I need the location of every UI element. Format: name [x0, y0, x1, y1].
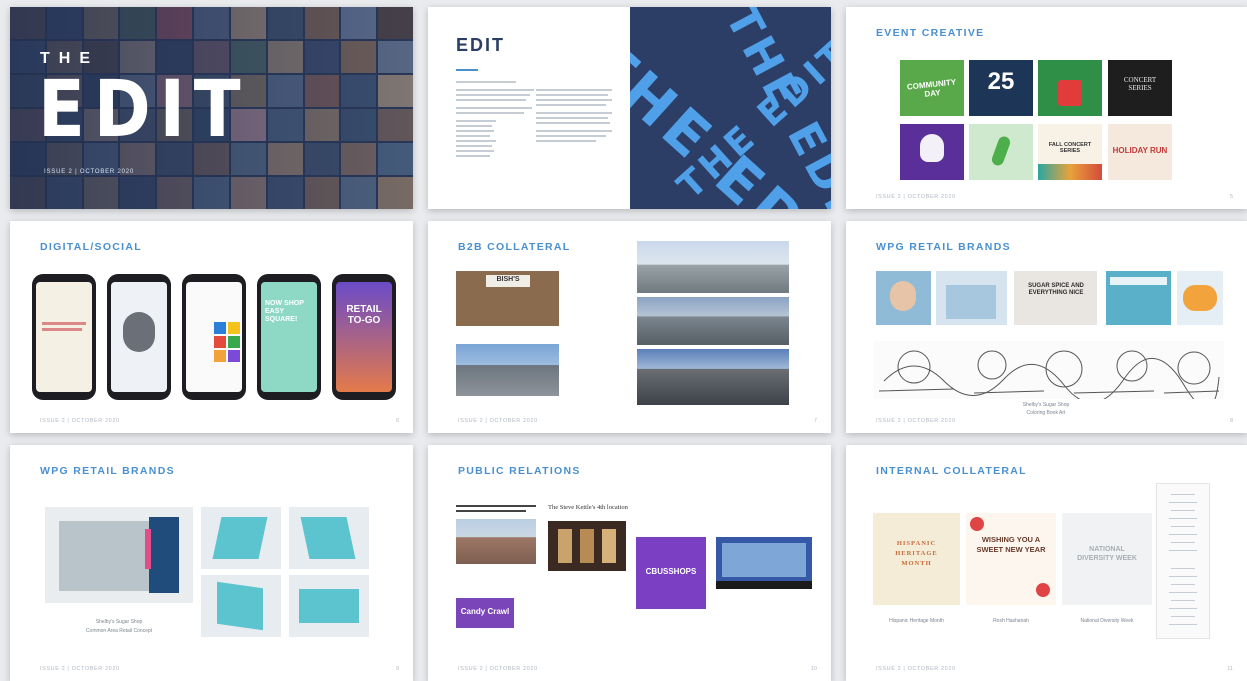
slide-cover[interactable]: THE EDIT ISSUE 2 | OCTOBER 2020: [10, 7, 413, 209]
kiosk-render-5: [289, 575, 369, 637]
kiosk-caption-line-2: Common Area Retail Concept: [85, 628, 153, 634]
card-diversity-week: NATIONAL DIVERSITY WEEK: [1062, 513, 1152, 605]
pr-photo-store: [548, 521, 626, 571]
phone-2: [107, 274, 171, 400]
coloring-caption-line-1: Shelby's Sugar Shop: [1022, 402, 1070, 408]
tile-25-anniversary: 25: [969, 60, 1033, 116]
kiosk-render-2: [201, 507, 281, 569]
kiosk-caption-line-1: Shelby's Sugar Shop: [95, 619, 143, 625]
photo-candy-bowl: [1177, 271, 1223, 325]
slide-title: PUBLIC RELATIONS: [458, 465, 581, 477]
photo-shop-front: [936, 271, 1007, 325]
slide-wpg-retail-brands-2[interactable]: WPG RETAIL BRANDS Shelby's Sugar Shop Co…: [10, 445, 413, 681]
page-number: 9: [395, 666, 399, 672]
tile-holiday-run: HOLIDAY RUN: [1108, 124, 1172, 180]
kiosk-render-main: [45, 507, 193, 603]
slide-public-relations[interactable]: PUBLIC RELATIONS Candy Crawl The Steve K…: [428, 445, 831, 681]
slide-digital-social[interactable]: DIGITAL/SOCIAL NOW SHOP EASY SQUARE! RET…: [10, 221, 413, 433]
intro-art-panel: THE EDIT THE EDIT THE EDIT: [630, 7, 831, 209]
cover-title: EDIT: [38, 65, 250, 155]
pr-article-title: The Steve Kettle's 4th location: [548, 504, 628, 511]
slide-title: DIGITAL/SOCIAL: [40, 241, 142, 253]
phone-5: RETAIL TO-GO: [332, 274, 396, 400]
slide-intro[interactable]: EDIT THE EDIT THE EDIT THE EDIT: [428, 7, 831, 209]
slide-footer: ISSUE 2 | OCTOBER 2020: [876, 418, 956, 424]
slide-footer: ISSUE 2 | OCTOBER 2020: [876, 194, 956, 200]
page-number: 10: [810, 666, 817, 672]
pr-video-thumb: [716, 537, 812, 589]
sugar-spice-graphic: SUGAR SPICE AND EVERYTHING NICE: [1014, 271, 1097, 325]
photo-storefront: BISH'S: [456, 271, 559, 326]
tile-green-shopping: [1038, 60, 1102, 116]
pr-candy-crawl: Candy Crawl: [456, 598, 514, 628]
intro-logo-rule: [456, 69, 478, 71]
card-hispanic-heritage: HISPANIC HERITAGE MONTH: [873, 513, 960, 605]
photo-child-mask: [876, 271, 931, 325]
slide-title: B2B COLLATERAL: [458, 241, 571, 253]
phone-4: NOW SHOP EASY SQUARE!: [257, 274, 321, 400]
slide-b2b-collateral[interactable]: B2B COLLATERAL BISH'S ISSUE 2 | OCTOBER …: [428, 221, 831, 433]
coloring-caption-line-2: Coloring Book Art: [1026, 410, 1066, 416]
printed-program: [1156, 483, 1210, 639]
page-number: 8: [1229, 418, 1233, 424]
rendering-3: [637, 349, 789, 405]
slide-title: INTERNAL COLLATERAL: [876, 465, 1027, 477]
tile-sugar-skull: [900, 124, 964, 180]
photo-candy-shelves: [1106, 271, 1171, 325]
tile-fall-concert: FALL CONCERT SERIES: [1038, 124, 1102, 180]
slide-footer: ISSUE 2 | OCTOBER 2020: [458, 666, 538, 672]
page-number: 5: [1229, 194, 1233, 200]
tile-concert-series: CONCERT SERIES: [1108, 60, 1172, 116]
phone-3: [182, 274, 246, 400]
slide-footer: ISSUE 2 | OCTOBER 2020: [876, 666, 956, 672]
page-number: 11: [1227, 666, 1233, 672]
pr-cbusshops: CBUSSHOPS: [636, 537, 706, 609]
slide-footer: ISSUE 2 | OCTOBER 2020: [458, 418, 538, 424]
rendering-1: [637, 241, 789, 293]
page-number: 6: [395, 418, 399, 424]
phone-1: [32, 274, 96, 400]
slide-title: WPG RETAIL BRANDS: [40, 465, 175, 477]
rendering-2: [637, 297, 789, 345]
cover-issue: ISSUE 2 | OCTOBER 2020: [44, 169, 135, 175]
page-number: 7: [813, 418, 817, 424]
intro-logo: EDIT: [456, 35, 506, 55]
card-rosh-hashanah: WISHING YOU A SWEET NEW YEAR: [966, 513, 1056, 605]
caption-rosh-hashanah: Rosh Hashanah: [993, 618, 1029, 624]
slide-title: EVENT CREATIVE: [876, 27, 985, 39]
slide-wpg-retail-brands-1[interactable]: WPG RETAIL BRANDS SUGAR SPICE AND EVERYT…: [846, 221, 1247, 433]
photo-parking-lot: [456, 344, 559, 396]
slide-internal-collateral[interactable]: INTERNAL COLLATERAL HISPANIC HERITAGE MO…: [846, 445, 1247, 681]
coloring-book-art: [874, 341, 1224, 399]
tile-community-day: COMMUNITY DAY: [900, 60, 964, 116]
slide-event-creative[interactable]: EVENT CREATIVE COMMUNITY DAY 25 CONCERT …: [846, 7, 1247, 209]
caption-hispanic-heritage: Hispanic Heritage Month: [889, 618, 944, 624]
slide-footer: ISSUE 2 | OCTOBER 2020: [40, 666, 120, 672]
caption-diversity-week: National Diversity Week: [1080, 618, 1134, 624]
pr-photo-building: [456, 519, 536, 564]
slide-title: WPG RETAIL BRANDS: [876, 241, 1011, 253]
kiosk-render-4: [201, 575, 281, 637]
kiosk-render-3: [289, 507, 369, 569]
tile-ribbon: [969, 124, 1033, 180]
slide-footer: ISSUE 2 | OCTOBER 2020: [40, 418, 120, 424]
